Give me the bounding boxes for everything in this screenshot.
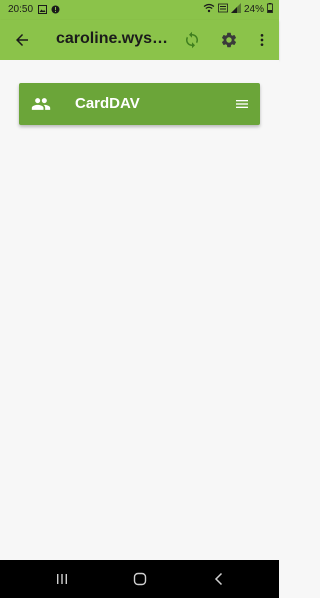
app-bar: caroline.wyss... bbox=[0, 20, 279, 60]
battery-percent: 24% bbox=[243, 4, 264, 15]
settings-icon bbox=[221, 32, 237, 48]
system-nav-bar bbox=[0, 560, 279, 598]
back-nav-button[interactable] bbox=[209, 569, 229, 589]
sync-button[interactable] bbox=[180, 28, 204, 52]
page-title: caroline.wyss... bbox=[56, 30, 174, 47]
wifi-icon bbox=[203, 3, 215, 16]
arrow-back-icon bbox=[16, 34, 28, 46]
alert-icon bbox=[51, 5, 60, 17]
chevron-left-icon bbox=[214, 572, 223, 586]
volte-icon bbox=[218, 3, 228, 16]
status-time: 20:50 bbox=[8, 4, 34, 15]
signal-icon bbox=[230, 3, 241, 16]
more-options-button[interactable] bbox=[252, 28, 272, 52]
status-bar: 20:50 24% bbox=[0, 0, 279, 20]
recents-icon bbox=[57, 574, 67, 584]
home-icon bbox=[133, 572, 147, 586]
recents-button[interactable] bbox=[52, 569, 72, 589]
menu-icon bbox=[236, 100, 248, 108]
more-vert-icon bbox=[260, 34, 264, 46]
home-button[interactable] bbox=[130, 569, 150, 589]
content-area: CardDAV bbox=[0, 60, 279, 560]
gallery-icon bbox=[38, 5, 47, 17]
carddav-card[interactable]: CardDAV bbox=[19, 83, 260, 125]
battery-icon bbox=[267, 3, 273, 16]
sync-icon bbox=[186, 31, 198, 49]
card-menu-button[interactable] bbox=[232, 94, 252, 114]
contacts-icon bbox=[31, 98, 51, 110]
card-title: CardDAV bbox=[75, 95, 140, 112]
settings-button[interactable] bbox=[217, 28, 241, 52]
back-button[interactable] bbox=[10, 28, 34, 52]
